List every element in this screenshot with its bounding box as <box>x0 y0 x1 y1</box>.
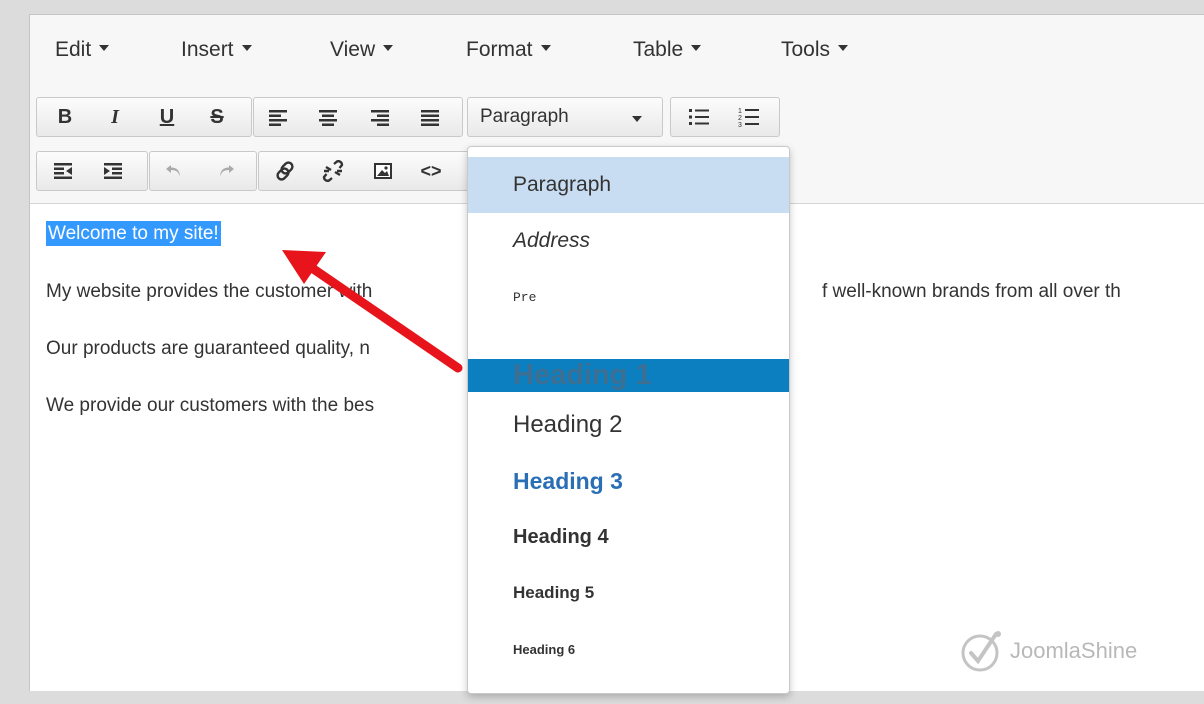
list-group: 123 <box>670 97 780 137</box>
format-option-heading-5[interactable]: Heading 5 <box>468 565 789 621</box>
align-right-icon <box>371 110 389 126</box>
format-option-heading-3[interactable]: Heading 3 <box>468 453 789 509</box>
format-option-heading-1[interactable]: Heading 1 <box>468 359 789 392</box>
link-icon <box>276 161 294 181</box>
outdent-icon <box>54 163 72 179</box>
format-dropdown-menu: Paragraph Address Pre Heading 1 Heading … <box>467 146 790 694</box>
menu-edit[interactable]: Edit <box>55 38 110 62</box>
numbered-list-icon: 123 <box>738 108 759 128</box>
undo-icon <box>166 165 180 177</box>
align-right-button[interactable] <box>362 98 398 136</box>
menu-view[interactable]: View <box>330 38 394 62</box>
format-select[interactable]: Paragraph <box>467 97 663 137</box>
text-style-group: B I U S <box>36 97 252 137</box>
caret-down-icon <box>691 45 702 52</box>
menu-tools[interactable]: Tools <box>781 38 849 62</box>
caret-down-icon <box>540 45 551 52</box>
history-group <box>149 151 257 191</box>
selected-text: Welcome to my site! <box>46 221 221 246</box>
menu-insert-label: Insert <box>181 38 234 61</box>
format-option-heading-6[interactable]: Heading 6 <box>468 621 789 677</box>
caret-down-icon <box>383 45 394 52</box>
menu-table[interactable]: Table <box>633 38 702 62</box>
outdent-button[interactable] <box>45 152 81 190</box>
align-justify-icon <box>421 110 439 126</box>
undo-button[interactable] <box>156 152 192 190</box>
content-paragraph: We provide our customers with the bes <box>46 395 375 416</box>
content-paragraph: Our products are guaranteed quality, n <box>46 338 370 359</box>
alignment-group <box>253 97 463 137</box>
watermark: JoomlaShine <box>958 628 1137 674</box>
indent-button[interactable] <box>95 152 131 190</box>
caret-down-icon <box>99 45 110 52</box>
insert-group: <> <box>258 151 470 191</box>
align-justify-button[interactable] <box>412 98 448 136</box>
strikethrough-button[interactable]: S <box>199 98 235 136</box>
joomlashine-logo-icon <box>961 631 1001 672</box>
italic-button[interactable]: I <box>97 98 133 136</box>
redo-icon <box>220 165 234 177</box>
indent-icon <box>104 163 122 179</box>
watermark-text: JoomlaShine <box>1010 638 1138 663</box>
redo-button[interactable] <box>208 152 244 190</box>
bold-button[interactable]: B <box>47 98 83 136</box>
content-heading: Welcome to my site! <box>46 221 221 246</box>
menu-edit-label: Edit <box>55 38 92 61</box>
caret-down-icon <box>632 116 642 122</box>
format-option-address[interactable]: Address <box>468 213 789 269</box>
unlink-button[interactable] <box>315 152 351 190</box>
menubar: Edit Insert View Format Table Tools <box>30 15 1204 90</box>
image-icon <box>374 163 392 179</box>
menu-insert[interactable]: Insert <box>181 38 252 62</box>
menu-view-label: View <box>330 38 376 61</box>
indent-group <box>36 151 148 191</box>
underline-button[interactable]: U <box>149 98 185 136</box>
format-option-pre[interactable]: Pre <box>468 269 789 325</box>
align-center-icon <box>319 110 337 126</box>
bullet-list-icon <box>689 109 709 125</box>
format-option-heading-2[interactable]: Heading 2 <box>468 397 789 453</box>
unlink-icon <box>322 160 344 182</box>
menu-tools-label: Tools <box>781 38 831 61</box>
link-button[interactable] <box>267 152 303 190</box>
caret-down-icon <box>838 45 849 52</box>
content-paragraph: My website provides the customer with <box>46 281 373 302</box>
code-button[interactable]: <> <box>413 152 449 190</box>
format-option-paragraph[interactable]: Paragraph <box>468 157 789 213</box>
align-center-button[interactable] <box>310 98 346 136</box>
menu-format[interactable]: Format <box>466 38 551 62</box>
image-button[interactable] <box>365 152 401 190</box>
svg-text:2: 2 <box>738 115 742 122</box>
menu-format-label: Format <box>466 38 533 61</box>
content-paragraph-continuation: f well-known brands from all over th <box>822 281 1121 302</box>
caret-down-icon <box>241 45 252 52</box>
numbered-list-button[interactable]: 123 <box>731 98 767 136</box>
align-left-button[interactable] <box>260 98 296 136</box>
align-left-icon <box>269 110 287 126</box>
svg-text:1: 1 <box>738 108 742 115</box>
bullet-list-button[interactable] <box>681 98 717 136</box>
svg-text:3: 3 <box>738 122 742 128</box>
menu-table-label: Table <box>633 38 684 61</box>
format-option-heading-4[interactable]: Heading 4 <box>468 509 789 565</box>
format-select-value: Paragraph <box>480 106 569 127</box>
